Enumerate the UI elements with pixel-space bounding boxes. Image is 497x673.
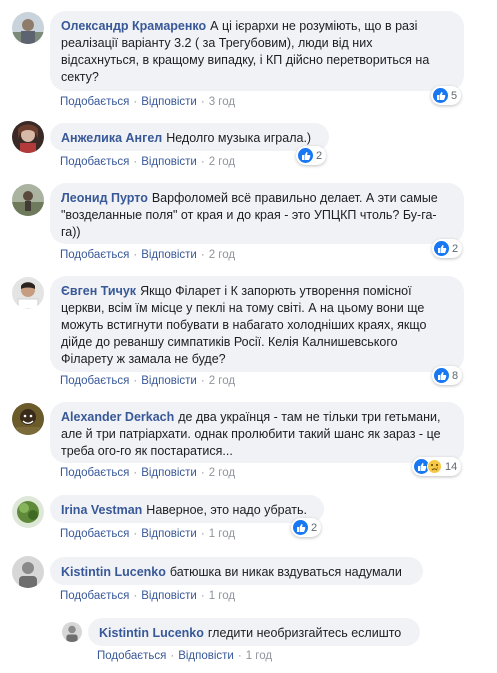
comment-actions: Подобається · Відповісти · 2 год xyxy=(60,375,235,387)
separator: · xyxy=(200,528,205,540)
comment-bubble: Irina Vestman Наверное, это надо убрать. xyxy=(50,495,324,523)
comment-author[interactable]: Kistintin Lucenko xyxy=(99,626,204,640)
reply-button[interactable]: Відповісти xyxy=(141,96,197,108)
separator: · xyxy=(200,467,205,479)
like-button[interactable]: Подобається xyxy=(60,467,129,479)
timestamp[interactable]: 1 год xyxy=(209,590,235,602)
timestamp[interactable]: 2 год xyxy=(209,156,235,168)
reaction-number: 2 xyxy=(316,149,323,162)
like-button[interactable]: Подобається xyxy=(60,528,129,540)
comment-bubble: Анжелика Ангел Недолго музыка играла.) xyxy=(50,123,329,151)
comment-actions: Подобається · Відповісти · 2 год xyxy=(60,249,235,261)
like-button[interactable]: Подобається xyxy=(60,96,129,108)
like-icon xyxy=(293,520,308,535)
comment-text: гледити необризгайтесь еслишто xyxy=(207,626,402,640)
comment-text: Недолго музыка играла.) xyxy=(166,131,312,145)
separator: · xyxy=(133,156,138,168)
reaction-count[interactable]: 2 xyxy=(291,518,322,537)
comment-actions: Подобається · Відповісти · 1 год xyxy=(60,528,235,540)
reaction-number: 2 xyxy=(311,521,318,534)
avatar[interactable] xyxy=(12,121,44,153)
avatar[interactable] xyxy=(12,496,44,528)
timestamp[interactable]: 3 год xyxy=(209,96,235,108)
reply-button[interactable]: Відповісти xyxy=(141,156,197,168)
reaction-count[interactable]: 2 xyxy=(296,146,327,165)
comment-author[interactable]: Євген Тичук xyxy=(61,284,136,298)
reply-button[interactable]: Відповісти xyxy=(178,650,234,662)
comment-author[interactable]: Kistintin Lucenko xyxy=(61,565,166,579)
avatar[interactable] xyxy=(12,184,44,216)
like-button[interactable]: Подобається xyxy=(97,650,166,662)
comment-text: батюшка ви никак вздуваться надумали xyxy=(169,565,402,579)
like-button[interactable]: Подобається xyxy=(60,590,129,602)
reaction-count[interactable]: 2 xyxy=(432,239,463,258)
separator: · xyxy=(133,375,138,387)
comment-bubble: Kistintin Lucenko гледити необризгайтесь … xyxy=(88,618,420,646)
separator: · xyxy=(200,375,205,387)
separator: · xyxy=(133,96,138,108)
comment-bubble: Kistintin Lucenko батюшка ви никак вздува… xyxy=(50,557,423,585)
comment-author[interactable]: Irina Vestman xyxy=(61,503,142,517)
comment-bubble: Олександр Крамаренко А ці ієрархи не розу… xyxy=(50,11,464,91)
comment-actions: Подобається · Відповісти · 2 год xyxy=(60,156,235,168)
reaction-count[interactable]: 14 xyxy=(412,457,462,476)
like-icon xyxy=(298,148,313,163)
separator: · xyxy=(200,590,205,602)
comment-author[interactable]: Alexander Derkach xyxy=(61,410,174,424)
reaction-number: 2 xyxy=(452,242,459,255)
like-icon xyxy=(434,368,449,383)
reaction-number: 5 xyxy=(451,89,458,102)
timestamp[interactable]: 2 год xyxy=(209,249,235,261)
comment-bubble: Леонид Пурто Варфоломей всё правильно дел… xyxy=(50,183,464,244)
separator: · xyxy=(133,467,138,479)
separator: · xyxy=(133,249,138,261)
reaction-number: 14 xyxy=(445,460,458,473)
timestamp[interactable]: 2 год xyxy=(209,467,235,479)
avatar[interactable] xyxy=(62,622,82,642)
reply-button[interactable]: Відповісти xyxy=(141,249,197,261)
separator: · xyxy=(237,650,242,662)
comment-actions: Подобається · Відповісти · 3 год xyxy=(60,96,235,108)
comment-text: Наверное, это надо убрать. xyxy=(146,503,308,517)
avatar[interactable] xyxy=(12,403,44,435)
comment-author[interactable]: Анжелика Ангел xyxy=(61,131,162,145)
avatar[interactable] xyxy=(12,12,44,44)
timestamp[interactable]: 1 год xyxy=(246,650,272,662)
like-button[interactable]: Подобається xyxy=(60,156,129,168)
like-button[interactable]: Подобається xyxy=(60,375,129,387)
timestamp[interactable]: 1 год xyxy=(209,528,235,540)
comment-actions: Подобається · Відповісти · 1 год xyxy=(97,650,272,662)
comment-actions: Подобається · Відповісти · 2 год xyxy=(60,467,235,479)
sad-icon xyxy=(427,459,442,474)
comment-bubble: Alexander Derkach де два українця - там н… xyxy=(50,402,464,463)
reply-button[interactable]: Відповісти xyxy=(141,467,197,479)
comment-bubble: Євген Тичук Якщо Філарет і К запорють утв… xyxy=(50,276,464,372)
separator: · xyxy=(170,650,175,662)
like-button[interactable]: Подобається xyxy=(60,249,129,261)
comment-actions: Подобається · Відповісти · 1 год xyxy=(60,590,235,602)
separator: · xyxy=(133,528,138,540)
reply-button[interactable]: Відповісти xyxy=(141,375,197,387)
separator: · xyxy=(200,249,205,261)
comment-author[interactable]: Леонид Пурто xyxy=(61,191,148,205)
reply-button[interactable]: Відповісти xyxy=(141,590,197,602)
reply-button[interactable]: Відповісти xyxy=(141,528,197,540)
reaction-number: 8 xyxy=(452,369,459,382)
like-icon xyxy=(434,241,449,256)
reaction-count[interactable]: 5 xyxy=(431,86,462,105)
separator: · xyxy=(200,96,205,108)
separator: · xyxy=(133,590,138,602)
avatar[interactable] xyxy=(12,556,44,588)
timestamp[interactable]: 2 год xyxy=(209,375,235,387)
comment-author[interactable]: Олександр Крамаренко xyxy=(61,19,206,33)
like-icon xyxy=(433,88,448,103)
reaction-count[interactable]: 8 xyxy=(432,366,463,385)
avatar[interactable] xyxy=(12,277,44,309)
separator: · xyxy=(200,156,205,168)
